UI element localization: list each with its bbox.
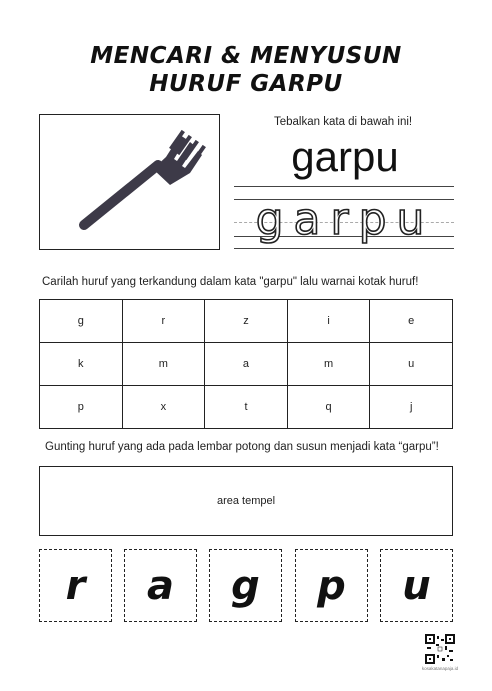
grid-cell[interactable]: t xyxy=(204,385,288,429)
grid-cell[interactable]: k xyxy=(39,342,123,386)
grid-cell[interactable]: a xyxy=(204,342,288,386)
title-line-1: MENCARI & MENYUSUN xyxy=(90,43,402,69)
cut-instruction: Gunting huruf yang ada pada lembar poton… xyxy=(45,441,439,453)
grid-row: g r z i e xyxy=(39,299,453,343)
cut-out-cards: r a g p u xyxy=(39,549,453,622)
grid-cell[interactable]: e xyxy=(369,299,453,343)
letter-card[interactable]: r xyxy=(39,549,112,622)
letter-card[interactable]: p xyxy=(295,549,368,622)
title-line-2: HURUF GARPU xyxy=(149,71,343,97)
grid-cell[interactable]: x xyxy=(121,385,206,429)
grid-cell[interactable]: i xyxy=(286,299,371,343)
grid-cell[interactable]: g xyxy=(39,299,123,343)
letter-grid: g r z i e k m a m u p x t q j xyxy=(39,299,453,429)
grid-cell[interactable]: j xyxy=(369,385,453,429)
trace-instruction: Tebalkan kata di bawah ini! xyxy=(274,116,413,128)
grid-cell[interactable]: m xyxy=(286,342,371,386)
letter-card[interactable]: u xyxy=(380,549,453,622)
grid-instruction: Carilah huruf yang terkandung dalam kata… xyxy=(42,276,419,288)
letter-card[interactable]: g xyxy=(209,549,282,622)
letter-card[interactable]: a xyxy=(124,549,197,622)
writing-line-bottom xyxy=(234,248,454,249)
website-footer[interactable]: kosakatanapaja.id xyxy=(405,666,475,671)
grid-row: p x t q j xyxy=(39,385,453,429)
qr-code-icon xyxy=(425,634,455,664)
fork-picture-box xyxy=(39,114,220,250)
grid-cell[interactable]: p xyxy=(39,385,123,429)
grid-row: k m a m u xyxy=(39,342,453,386)
writing-line-top xyxy=(234,186,454,187)
paste-area-label: area tempel xyxy=(216,495,276,507)
paste-area[interactable]: area tempel xyxy=(39,466,453,536)
grid-cell[interactable]: z xyxy=(204,299,288,343)
fork-icon xyxy=(79,129,206,230)
trace-word: garpu xyxy=(255,194,435,245)
grid-cell[interactable]: q xyxy=(286,385,371,429)
grid-cell[interactable]: u xyxy=(369,342,453,386)
word-example: garpu xyxy=(291,133,399,180)
grid-cell[interactable]: m xyxy=(121,342,206,386)
grid-cell[interactable]: r xyxy=(121,299,206,343)
